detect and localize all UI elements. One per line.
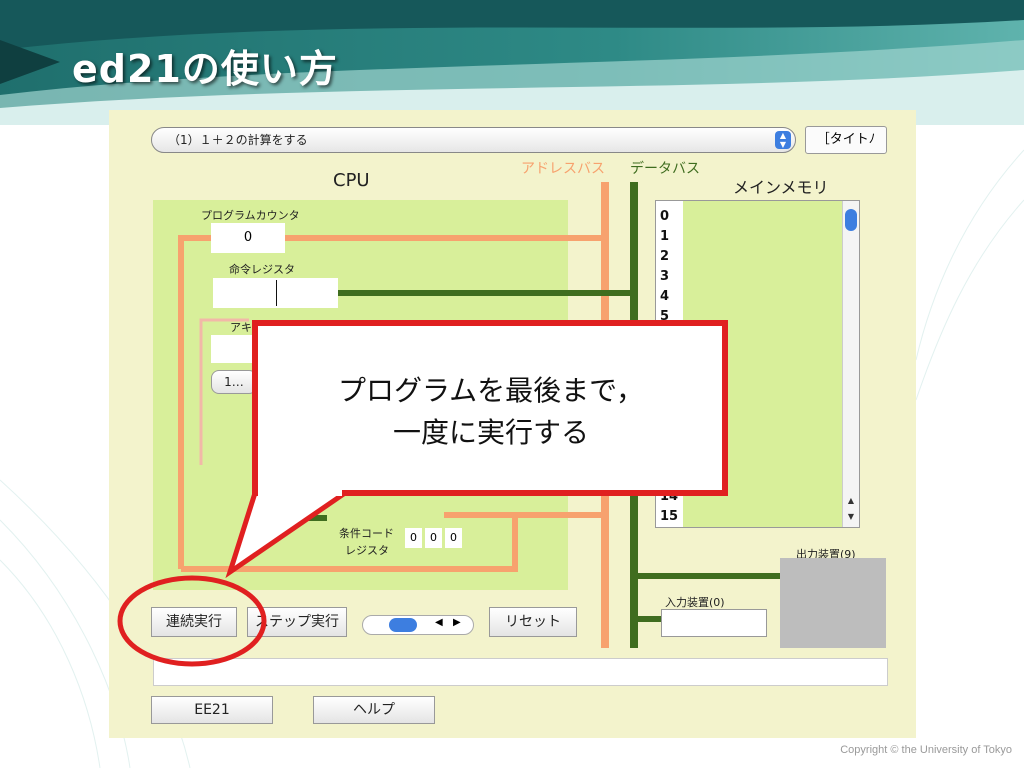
copyright-text: Copyright © the University of Tokyo <box>840 744 1012 756</box>
callout-pointer <box>225 490 354 579</box>
callout-line-2: 一度に実行する <box>392 416 589 449</box>
highlight-ellipse <box>117 575 267 667</box>
callout-text: プログラムを最後まで， 一度に実行する <box>258 370 724 454</box>
callout-line-1: プログラムを最後まで， <box>337 374 645 407</box>
